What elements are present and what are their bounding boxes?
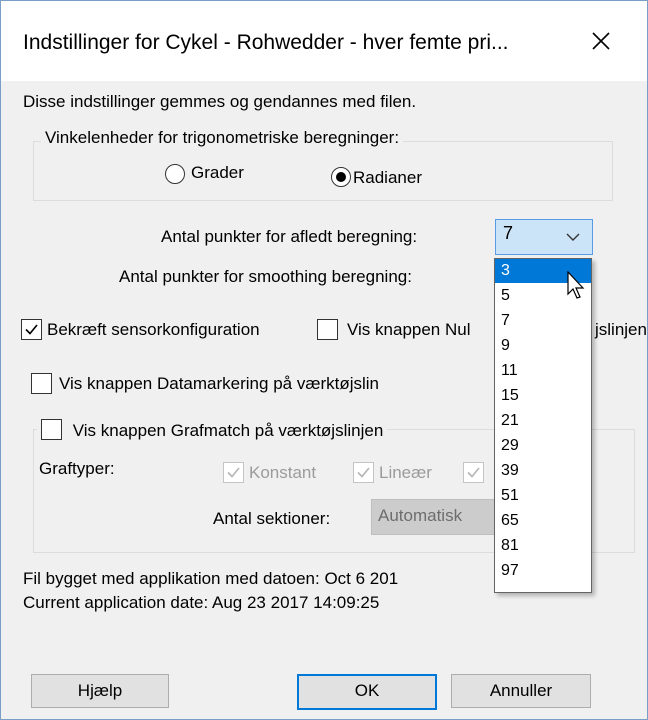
angle-units-group — [33, 141, 613, 201]
graphmatch-legend: Vis knappen Grafmatch på værktøjslinjen — [37, 419, 388, 443]
angle-units-legend: Vinkelenheder for trigonometriske beregn… — [41, 128, 404, 148]
show-zero-button-label: Vis knappen Nul — [347, 320, 471, 339]
dropdown-option[interactable]: 29 — [495, 434, 591, 458]
derivative-points-dropdown: 3 5 7 9 11 15 21 29 39 51 65 81 97 — [494, 258, 592, 593]
show-zero-button-label-tail: jslinjen — [595, 320, 647, 339]
dropdown-option[interactable]: 15 — [495, 384, 591, 408]
close-icon[interactable] — [587, 27, 615, 55]
smoothing-points-label: Antal punkter for smoothing beregning: — [119, 267, 412, 286]
radio-grader-label: Grader — [191, 163, 244, 182]
dropdown-option[interactable]: 51 — [495, 484, 591, 508]
dropdown-option[interactable]: 39 — [495, 459, 591, 483]
help-button[interactable]: Hjælp — [31, 674, 169, 708]
ok-button[interactable]: OK — [297, 674, 437, 710]
graphmatch-checkbox[interactable] — [41, 419, 62, 441]
mouse-cursor-icon — [567, 271, 585, 299]
graph-type-third-checkbox[interactable] — [463, 462, 484, 483]
confirm-sensor-label: Bekræft sensorkonfiguration — [47, 320, 260, 339]
cancel-button[interactable]: Annuller — [451, 674, 591, 708]
title-bar: Indstillinger for Cykel - Rohwedder - hv… — [1, 1, 647, 81]
derivative-points-select[interactable]: 7 — [495, 219, 593, 255]
current-date-text: Current application date: Aug 23 2017 14… — [23, 593, 380, 612]
window-title: Indstillinger for Cykel - Rohwedder - hv… — [23, 31, 509, 54]
build-date-text: Fil bygget med applikation med datoen: O… — [23, 569, 399, 588]
radio-radianer[interactable] — [331, 167, 351, 187]
graph-type-linear-checkbox[interactable] — [353, 462, 374, 483]
sections-label: Antal sektioner: — [213, 509, 331, 528]
show-zero-button-checkbox[interactable] — [317, 319, 338, 340]
dropdown-option[interactable]: 9 — [495, 334, 591, 358]
derivative-points-value: 7 — [503, 223, 514, 243]
radio-radianer-label: Radianer — [353, 168, 422, 187]
graphmatch-legend-label: Vis knappen Grafmatch på værktøjslinjen — [72, 421, 384, 440]
dropdown-option[interactable]: 97 — [495, 559, 591, 583]
dropdown-option[interactable]: 65 — [495, 509, 591, 533]
chevron-down-icon — [566, 233, 580, 241]
derivative-points-label: Antal punkter for afledt beregning: — [161, 227, 418, 246]
dropdown-option[interactable]: 7 — [495, 309, 591, 333]
graph-type-konstant-label: Konstant — [249, 463, 317, 482]
graph-types-label: Graftyper: — [39, 459, 115, 478]
dropdown-option[interactable]: 81 — [495, 534, 591, 558]
dropdown-option[interactable]: 21 — [495, 409, 591, 433]
radio-grader[interactable] — [165, 164, 185, 184]
confirm-sensor-checkbox[interactable] — [21, 319, 42, 340]
show-data-marking-label: Vis knappen Datamarkering på værktøjslin — [59, 374, 379, 393]
intro-text: Disse indstillinger gemmes og gendannes … — [23, 92, 417, 111]
graph-type-linear-label: Lineær — [379, 463, 432, 482]
show-data-marking-checkbox[interactable] — [31, 373, 52, 394]
settings-dialog: Indstillinger for Cykel - Rohwedder - hv… — [0, 0, 648, 720]
graph-type-konstant-checkbox[interactable] — [223, 462, 244, 483]
dropdown-option[interactable]: 11 — [495, 359, 591, 383]
